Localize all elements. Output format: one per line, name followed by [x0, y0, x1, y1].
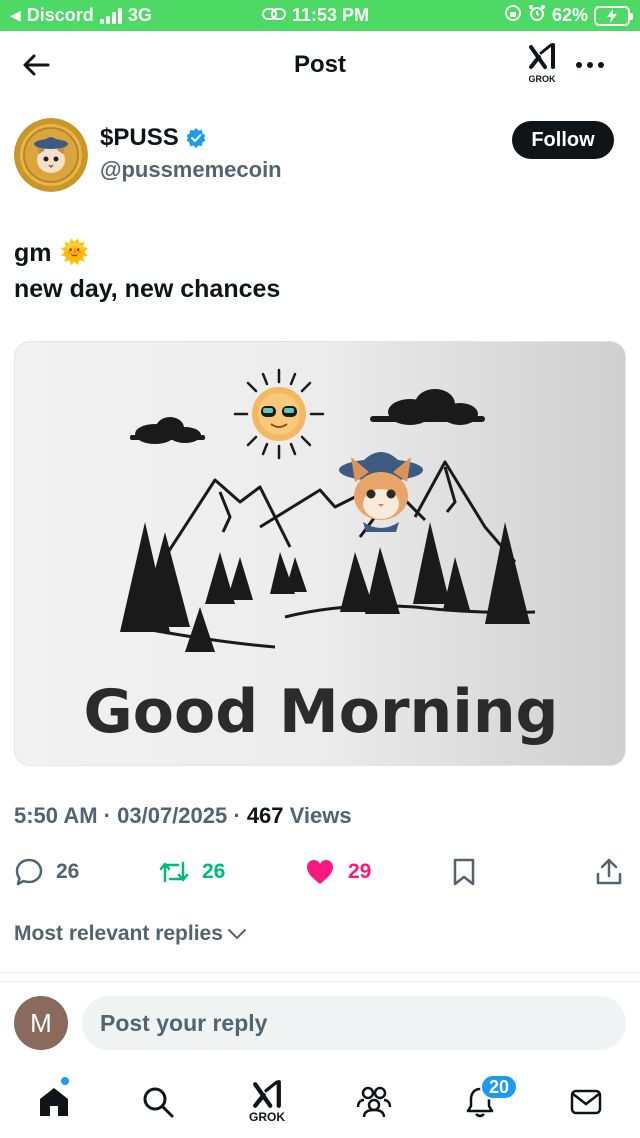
nav-search[interactable]: [134, 1078, 182, 1126]
envelope-icon: [570, 1089, 602, 1115]
views-label[interactable]: Views: [290, 803, 352, 828]
current-user-avatar[interactable]: M: [14, 996, 68, 1050]
verified-badge-icon: [186, 128, 206, 148]
divider: [0, 981, 640, 982]
nav-grok[interactable]: GROK: [243, 1078, 291, 1126]
battery-icon: [594, 5, 633, 26]
more-options-button[interactable]: [572, 51, 612, 79]
back-triangle-icon: ◀: [10, 7, 21, 23]
bookmark-button[interactable]: [450, 852, 478, 892]
reply-count: 26: [56, 860, 80, 883]
follow-button[interactable]: Follow: [512, 121, 614, 159]
nav-home[interactable]: [30, 1078, 78, 1126]
replies-sort-dropdown[interactable]: Most relevant replies: [14, 922, 247, 946]
chevron-down-icon: [227, 929, 246, 940]
post-time: 5:50 AM: [14, 803, 98, 828]
reply-input[interactable]: Post your reply: [82, 996, 626, 1050]
notifications-badge: 20: [480, 1074, 518, 1100]
network-label: 3G: [127, 5, 152, 25]
post-header: Post GROK: [0, 31, 640, 99]
sun-face-emoji: 🌞: [59, 239, 90, 266]
status-bar: ◀ Discord 3G 11:53 PM 62%: [0, 0, 640, 31]
good-morning-illustration: Good Morning: [84, 368, 559, 747]
author-handle[interactable]: @pussmemecoin: [100, 157, 282, 183]
like-button[interactable]: 29: [304, 852, 371, 892]
repost-icon: [159, 861, 189, 883]
post-actions: 26 26 29: [0, 852, 640, 892]
communities-icon: [356, 1086, 392, 1118]
bookmark-icon: [453, 858, 475, 886]
cat-with-hat-icon: [339, 452, 423, 532]
status-right: 62%: [504, 4, 633, 27]
post-line-1-text: gm: [14, 239, 52, 267]
home-unread-dot: [60, 1076, 70, 1086]
bottom-nav: GROK: [0, 1068, 640, 1138]
clock-label: 11:53 PM: [292, 5, 370, 25]
meta-separator-1: ·: [103, 803, 111, 828]
nav-messages[interactable]: [562, 1078, 610, 1126]
alarm-icon: [528, 4, 546, 27]
post-line-1: gm 🌞: [14, 235, 280, 271]
divider: [0, 972, 640, 973]
orientation-lock-icon: [504, 4, 522, 27]
media-headline: Good Morning: [84, 677, 559, 747]
pine-trees-icon: [120, 522, 530, 652]
views-count[interactable]: 467: [247, 803, 284, 828]
reply-button[interactable]: 26: [14, 852, 79, 892]
grok-icon: [529, 43, 555, 69]
cat-coin-avatar-icon: [14, 118, 88, 192]
display-name-text: $PUSS: [100, 124, 179, 151]
sun-with-sunglasses-icon: [233, 368, 325, 460]
heart-filled-icon: [307, 860, 333, 884]
author-avatar[interactable]: [14, 118, 88, 192]
post-meta: 5:50 AM · 03/07/2025 · 467 Views: [14, 803, 352, 829]
more-dots-icon: [576, 62, 604, 68]
meta-separator-2: ·: [233, 803, 241, 828]
grok-label: GROK: [528, 74, 556, 84]
post-date: 03/07/2025: [117, 803, 228, 828]
back-to-app[interactable]: ◀ Discord 3G: [10, 5, 152, 26]
grok-button[interactable]: GROK: [522, 43, 562, 87]
home-icon: [40, 1088, 68, 1116]
like-count: 29: [348, 860, 372, 883]
mountains-icon: [163, 460, 517, 563]
grok-icon: [253, 1080, 281, 1108]
share-upload-icon: [596, 858, 622, 885]
back-app-label: Discord: [26, 5, 94, 25]
author-display-name[interactable]: $PUSS: [100, 124, 207, 152]
cloud-left-icon: [130, 417, 205, 444]
signal-icon: [99, 7, 122, 24]
link-icon: [262, 5, 286, 26]
cloud-right-icon: [370, 389, 485, 425]
repost-count: 26: [202, 860, 226, 883]
post-image[interactable]: Good Morning: [14, 341, 626, 766]
replies-sort-label: Most relevant replies: [14, 922, 223, 945]
repost-button[interactable]: 26: [158, 852, 225, 892]
post-text: gm 🌞 new day, new chances: [14, 235, 280, 307]
reply-bubble-icon: [15, 858, 43, 886]
share-button[interactable]: [594, 852, 624, 892]
nav-grok-label: GROK: [249, 1110, 285, 1124]
search-icon: [143, 1087, 174, 1118]
nav-communities[interactable]: [350, 1078, 398, 1126]
battery-label: 62%: [551, 5, 588, 25]
status-center: 11:53 PM: [262, 5, 369, 26]
post-line-2: new day, new chances: [14, 275, 281, 303]
